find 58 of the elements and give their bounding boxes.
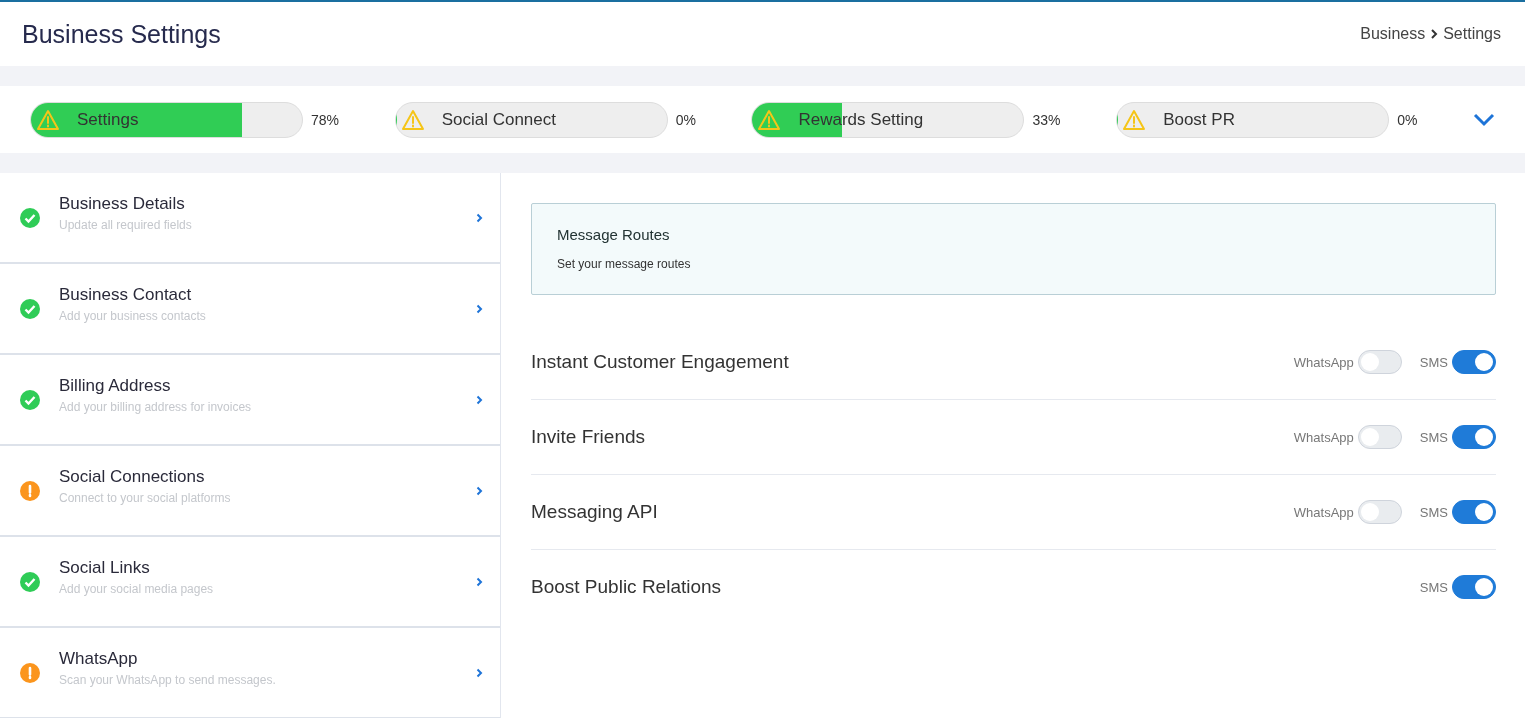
toggle-label: SMS <box>1419 579 1448 595</box>
progress-percent: 0% <box>1397 111 1418 128</box>
sidebar-item-title: Social Connections <box>59 466 206 487</box>
progress-percent: 0% <box>675 111 696 128</box>
info-text: Set your message routes <box>557 257 692 271</box>
toggle-label: SMS <box>1419 504 1448 520</box>
chevron-right-icon <box>1430 29 1439 39</box>
progress-pill[interactable]: Settings <box>30 101 303 138</box>
chevron-down-icon[interactable] <box>1472 112 1495 127</box>
chevron-right-icon <box>476 303 483 314</box>
toggle-switch[interactable] <box>1452 425 1496 449</box>
sidebar-item-subtitle: Update all required fields <box>59 217 193 232</box>
route-name: Boost Public Relations <box>531 576 722 598</box>
toggle-label: WhatsApp <box>1293 504 1354 520</box>
sidebar-item-subtitle: Connect to your social platforms <box>59 490 232 505</box>
sidebar-item-title: Business Contact <box>59 284 193 305</box>
sidebar-item-title: Social Links <box>59 557 151 578</box>
sidebar-item-title: Billing Address <box>59 375 172 396</box>
toggle-label: SMS <box>1419 429 1448 445</box>
warning-icon <box>36 108 60 131</box>
toggle-switch[interactable] <box>1452 575 1496 599</box>
progress-pill[interactable]: Boost PR <box>1116 101 1390 138</box>
sidebar-item[interactable]: Business Contact Add your business contacts <box>0 264 500 355</box>
progress-label: Settings <box>77 109 139 130</box>
warning-icon <box>400 108 425 131</box>
toggle-label: WhatsApp <box>1293 429 1354 445</box>
toggle-switch[interactable] <box>1452 350 1496 374</box>
warning-icon <box>757 108 782 131</box>
sidebar-item[interactable]: Business Details Update all required fields <box>0 173 500 264</box>
sidebar-item-subtitle: Scan your WhatsApp to send messages. <box>59 672 277 687</box>
toggle-label: SMS <box>1419 354 1448 370</box>
route-name: Messaging API <box>531 501 658 523</box>
chevron-right-icon <box>476 576 483 587</box>
info-title: Message Routes <box>557 226 671 243</box>
page-title: Business Settings <box>22 19 221 49</box>
warning-icon <box>1122 108 1147 131</box>
sidebar-item[interactable]: Social Links Add your social media pages <box>0 537 500 628</box>
progress-label: Social Connect <box>441 109 556 130</box>
progress-label: Boost PR <box>1163 109 1235 130</box>
sidebar-item[interactable]: WhatsApp Scan your WhatsApp to send messages. <box>0 628 500 718</box>
chevron-right-icon <box>476 212 483 223</box>
sidebar-item-title: Business Details <box>59 193 186 214</box>
chevron-right-icon <box>476 394 483 405</box>
sidebar-item-subtitle: Add your social media pages <box>59 581 215 596</box>
toggle-switch[interactable] <box>1452 500 1496 524</box>
route-name: Invite Friends <box>531 426 646 448</box>
breadcrumb-item[interactable]: Business <box>1360 25 1426 43</box>
route-name: Instant Customer Engagement <box>531 351 789 373</box>
breadcrumb-item: Settings <box>1443 25 1501 43</box>
sidebar-item[interactable]: Social Connections Connect to your social platforms <box>0 446 500 537</box>
toggle-label: WhatsApp <box>1293 354 1354 370</box>
chevron-right-icon <box>476 485 483 496</box>
progress-percent: 78% <box>311 111 340 128</box>
sidebar-item-title: WhatsApp <box>59 648 139 669</box>
progress-pill[interactable]: Social Connect <box>394 101 668 138</box>
chevron-right-icon <box>476 667 483 678</box>
sidebar-item-subtitle: Add your business contacts <box>59 308 207 323</box>
progress-percent: 33% <box>1032 111 1061 128</box>
